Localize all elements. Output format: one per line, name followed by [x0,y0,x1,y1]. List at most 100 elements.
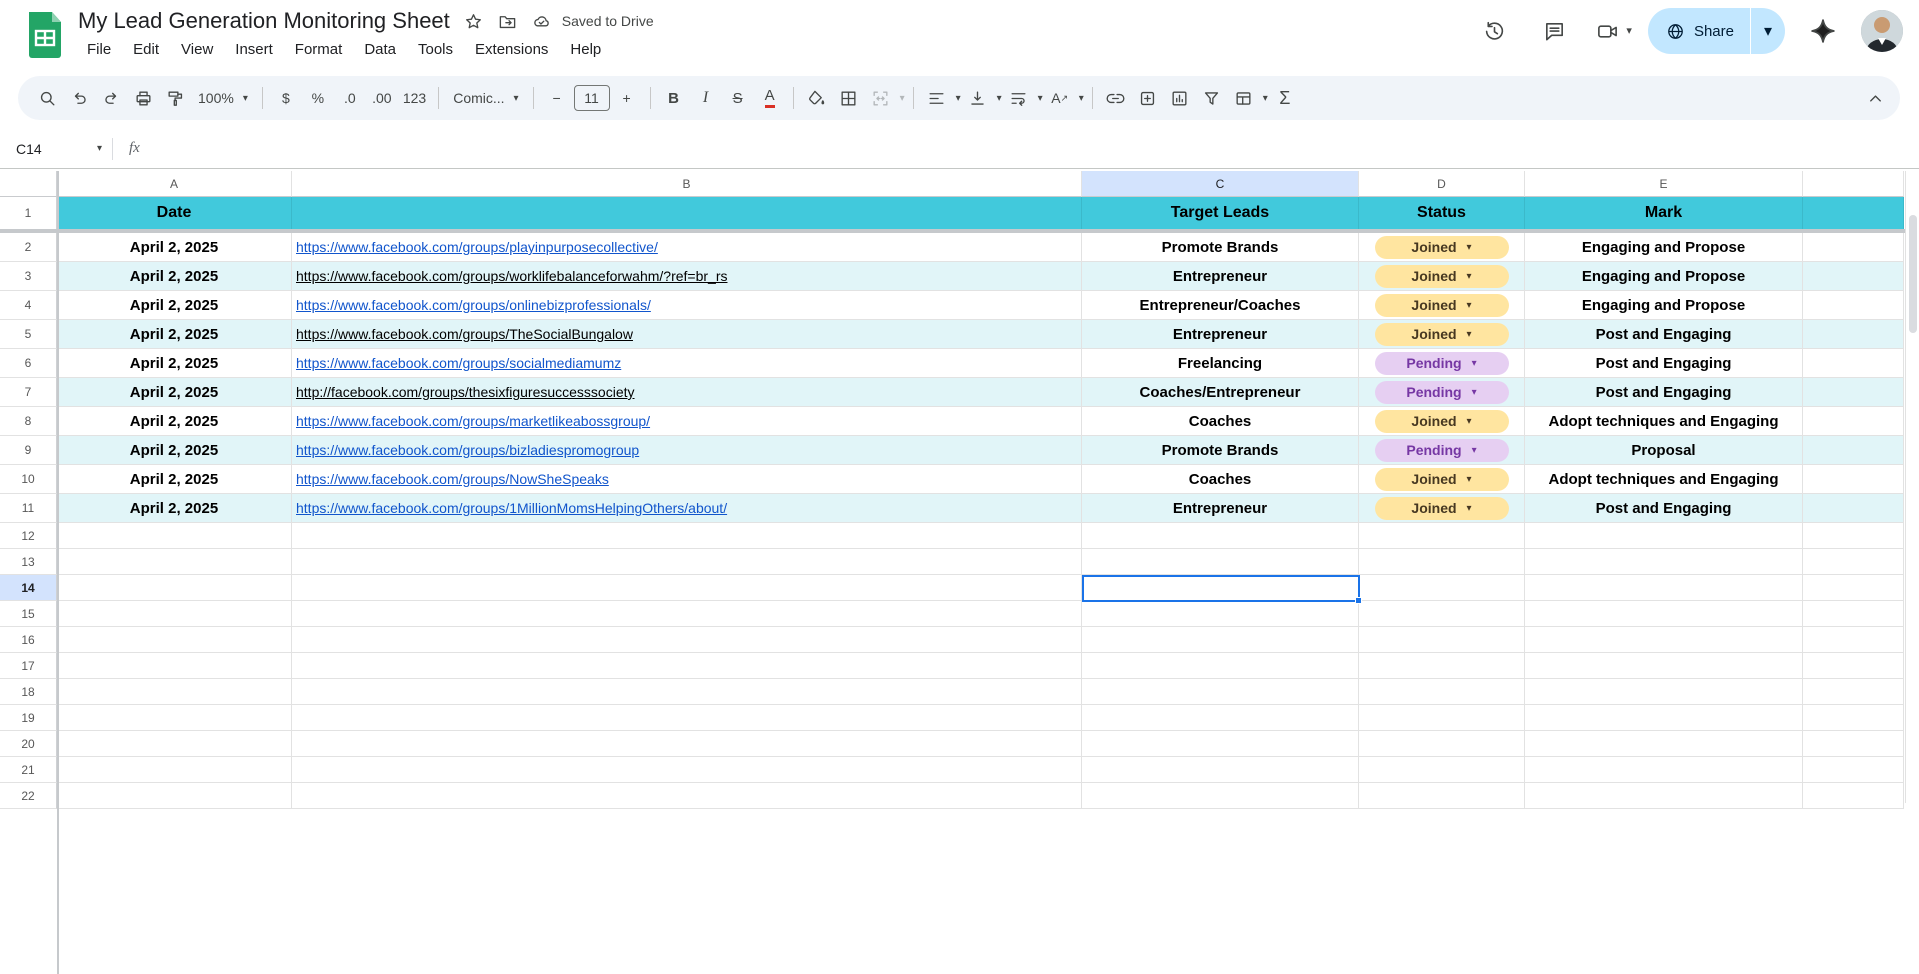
group-link[interactable]: http://facebook.com/groups/thesixfigures… [296,384,635,400]
more-formats-button[interactable]: 123 [399,83,430,113]
empty-cell[interactable] [1803,291,1904,320]
status-cell[interactable]: Pending ▾ [1359,349,1525,378]
date-cell[interactable]: April 2, 2025 [57,291,292,320]
share-button-main[interactable]: Share [1648,8,1750,54]
hide-toolbar-icon[interactable] [1860,83,1890,113]
row-header-1[interactable]: 1 [0,197,57,229]
decrease-decimal-button[interactable]: .0 [335,83,365,113]
mark-cell[interactable]: Post and Engaging [1525,378,1803,407]
move-folder-icon[interactable] [498,11,518,31]
comment-history-icon[interactable] [1532,9,1576,53]
table-views-caret-icon[interactable]: ▾ [1263,93,1268,104]
gemini-sparkle-icon[interactable] [1801,9,1845,53]
empty-cell[interactable] [292,653,1082,679]
select-all-corner[interactable] [0,171,57,197]
group-link[interactable]: https://www.facebook.com/groups/onlinebi… [296,297,651,313]
user-avatar[interactable] [1861,10,1903,52]
format-percent-button[interactable]: % [303,83,333,113]
empty-cell[interactable] [57,601,292,627]
group-link[interactable]: https://www.facebook.com/groups/NowSheSp… [296,471,609,487]
empty-cell[interactable] [1803,601,1904,627]
row-header[interactable]: 11 [0,494,57,523]
menu-edit[interactable]: Edit [124,39,168,60]
row-header[interactable]: 20 [0,731,57,757]
empty-cell[interactable] [1082,523,1359,549]
fill-color-icon[interactable] [802,83,832,113]
scrollbar-thumb[interactable] [1909,215,1917,333]
empty-cell[interactable] [1803,494,1904,523]
empty-cell[interactable] [1082,783,1359,809]
row-header[interactable]: 10 [0,465,57,494]
row-header[interactable]: 7 [0,378,57,407]
fill-handle[interactable] [1355,597,1362,604]
vertical-align-icon[interactable] [963,83,993,113]
mark-cell[interactable]: Proposal [1525,436,1803,465]
empty-cell[interactable] [1359,549,1525,575]
italic-button[interactable]: I [691,83,721,113]
chip-caret-icon[interactable]: ▾ [1472,445,1477,456]
menu-insert[interactable]: Insert [226,39,282,60]
mark-cell[interactable]: Engaging and Propose [1525,291,1803,320]
empty-cell[interactable] [57,679,292,705]
mark-cell[interactable]: Adopt techniques and Engaging [1525,465,1803,494]
status-cell[interactable]: Pending ▾ [1359,378,1525,407]
empty-cell[interactable] [1082,653,1359,679]
url-cell[interactable]: https://www.facebook.com/groups/TheSocia… [292,320,1082,349]
empty-cell[interactable] [1803,627,1904,653]
redo-icon[interactable] [96,83,126,113]
header-cell-f[interactable] [1803,197,1904,229]
borders-icon[interactable] [834,83,864,113]
share-dropdown-caret[interactable]: ▾ [1751,8,1785,54]
empty-cell[interactable] [57,653,292,679]
chip-caret-icon[interactable]: ▾ [1467,300,1472,311]
empty-cell[interactable] [1082,601,1359,627]
group-link[interactable]: https://www.facebook.com/groups/playinpu… [296,239,658,255]
chip-caret-icon[interactable]: ▾ [1467,503,1472,514]
status-chip[interactable]: Pending ▾ [1374,438,1509,462]
status-cell[interactable]: Joined ▾ [1359,320,1525,349]
status-cell[interactable]: Joined ▾ [1359,494,1525,523]
empty-cell[interactable] [1359,627,1525,653]
status-cell[interactable]: Joined ▾ [1359,291,1525,320]
filter-icon[interactable] [1197,83,1227,113]
header-cell-target-leads[interactable]: Target Leads [1082,197,1359,229]
merge-caret-icon[interactable]: ▾ [900,93,905,104]
empty-cell[interactable] [1803,349,1904,378]
date-cell[interactable]: April 2, 2025 [57,320,292,349]
functions-button[interactable]: Σ [1270,83,1300,113]
mark-cell[interactable]: Engaging and Propose [1525,262,1803,291]
empty-cell[interactable] [1359,523,1525,549]
text-rotation-caret-icon[interactable]: ▾ [1079,93,1084,104]
column-header-F[interactable] [1803,171,1904,197]
status-chip[interactable]: Joined ▾ [1374,409,1509,433]
empty-cell[interactable] [1082,549,1359,575]
empty-cell[interactable] [1525,653,1803,679]
empty-cell[interactable] [1803,262,1904,291]
empty-cell[interactable] [1803,783,1904,809]
mark-cell[interactable]: Post and Engaging [1525,349,1803,378]
empty-cell[interactable] [57,627,292,653]
group-link[interactable]: https://www.facebook.com/groups/bizladie… [296,442,639,458]
date-cell[interactable]: April 2, 2025 [57,407,292,436]
group-link[interactable]: https://www.facebook.com/groups/1Million… [296,500,727,516]
empty-cell[interactable] [57,731,292,757]
date-cell[interactable]: April 2, 2025 [57,378,292,407]
empty-cell[interactable] [292,783,1082,809]
row-header[interactable]: 5 [0,320,57,349]
target-leads-cell[interactable]: Entrepreneur [1082,320,1359,349]
empty-cell[interactable] [1525,601,1803,627]
empty-cell[interactable] [1359,705,1525,731]
empty-cell[interactable] [1525,627,1803,653]
empty-cell[interactable] [1359,653,1525,679]
target-leads-cell[interactable]: Promote Brands [1082,436,1359,465]
url-cell[interactable]: http://facebook.com/groups/thesixfigures… [292,378,1082,407]
url-cell[interactable]: https://www.facebook.com/groups/NowSheSp… [292,465,1082,494]
status-cell[interactable]: Joined ▾ [1359,233,1525,262]
empty-cell[interactable] [292,549,1082,575]
meet-call-control[interactable]: ▾ [1592,9,1632,53]
status-cell[interactable]: Pending ▾ [1359,436,1525,465]
format-currency-button[interactable]: $ [271,83,301,113]
target-leads-cell[interactable]: Promote Brands [1082,233,1359,262]
zoom-dropdown[interactable]: 100% ▾ [192,83,254,113]
empty-cell[interactable] [1803,233,1904,262]
